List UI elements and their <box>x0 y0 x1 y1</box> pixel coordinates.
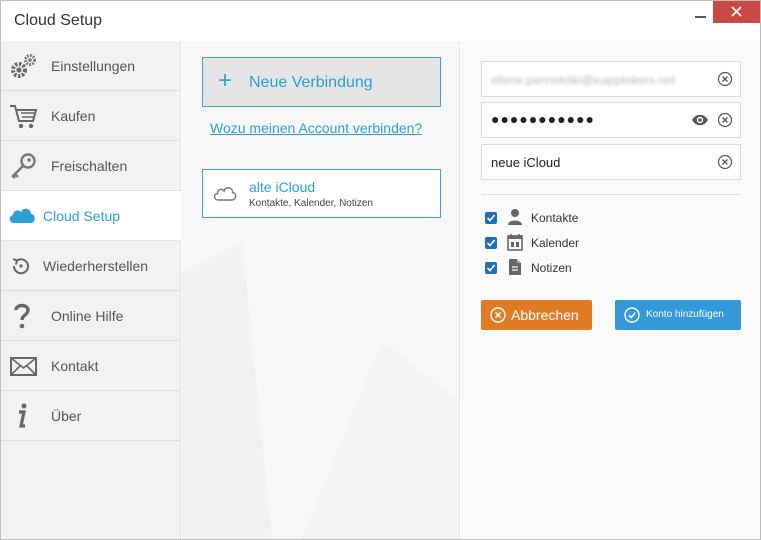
gears-icon <box>11 54 36 78</box>
sidebar-item-label: Einstellungen <box>51 58 136 74</box>
key-icon <box>11 153 36 179</box>
sidebar-item-label: Online Hilfe <box>51 308 124 324</box>
sidebar-item-label: Kaufen <box>51 108 96 124</box>
calendar-icon <box>507 234 523 251</box>
sidebar-item-cloud-setup[interactable]: Cloud Setup <box>1 191 181 241</box>
account-name: alte iCloud <box>249 179 316 195</box>
check-icon <box>486 239 496 247</box>
clear-icon[interactable] <box>717 112 733 128</box>
cancel-icon <box>490 307 506 323</box>
option-label: Kontakte <box>531 211 579 225</box>
app-window: Cloud Setup Einstellungen Kaufen Freisch… <box>0 0 761 540</box>
email-value: ellene.pannekökl@icapptakers.net <box>491 73 675 87</box>
check-icon <box>486 264 496 272</box>
cancel-label: Abbrechen <box>511 307 579 323</box>
sidebar-item-kaufen[interactable]: Kaufen <box>1 91 181 141</box>
cloud-icon <box>9 208 35 223</box>
sidebar-item-ueber[interactable]: Über <box>1 391 181 441</box>
question-icon <box>14 303 30 329</box>
new-connection-button[interactable]: + Neue Verbindung <box>202 57 441 107</box>
password-value: ●●●●●●●●●●● <box>491 111 596 127</box>
option-label: Notizen <box>531 261 572 275</box>
sidebar-item-label: Cloud Setup <box>43 208 121 224</box>
check-icon <box>486 214 496 222</box>
title-bar: Cloud Setup <box>1 1 760 41</box>
add-account-label: Konto hinzufügen <box>646 309 724 320</box>
close-button[interactable] <box>713 1 760 23</box>
sidebar-item-einstellungen[interactable]: Einstellungen <box>1 41 181 91</box>
background-decoration <box>182 241 459 539</box>
why-connect-link[interactable]: Wozu meinen Account verbinden? <box>210 120 422 136</box>
kalender-checkbox[interactable] <box>485 237 497 249</box>
sidebar: Einstellungen Kaufen Freischalten Cloud … <box>1 41 181 539</box>
connections-panel: + Neue Verbindung Wozu meinen Account ve… <box>182 41 460 539</box>
window-title: Cloud Setup <box>14 12 103 29</box>
sidebar-item-online-hilfe[interactable]: Online Hilfe <box>1 291 181 341</box>
eye-icon[interactable] <box>691 113 709 127</box>
notizen-checkbox[interactable] <box>485 262 497 274</box>
account-card[interactable]: alte iCloud Kontakte, Kalender, Notizen <box>202 169 441 218</box>
account-form: ellene.pannekökl@icapptakers.net ●●●●●●●… <box>461 41 760 539</box>
restore-icon <box>12 258 29 275</box>
minimize-button[interactable] <box>691 9 711 29</box>
clear-icon[interactable] <box>717 154 733 170</box>
plus-icon: + <box>218 67 233 94</box>
sidebar-item-label: Kontakt <box>51 358 99 374</box>
sidebar-item-kontakt[interactable]: Kontakt <box>1 341 181 391</box>
close-icon <box>731 6 742 17</box>
check-circle-icon <box>624 307 640 323</box>
shopping-cart-icon <box>10 105 38 129</box>
cloud-outline-icon <box>213 187 237 201</box>
document-icon <box>509 259 521 275</box>
sidebar-item-wiederherstellen[interactable]: Wiederherstellen <box>1 241 181 291</box>
account-name-field[interactable]: neue iCloud <box>481 144 741 180</box>
new-connection-label: Neue Verbindung <box>249 74 373 91</box>
divider <box>481 194 741 195</box>
cancel-button[interactable]: Abbrechen <box>481 300 592 330</box>
info-icon <box>19 403 27 428</box>
envelope-icon <box>10 357 37 376</box>
sidebar-item-label: Über <box>51 408 82 424</box>
person-icon <box>508 209 522 225</box>
sidebar-item-freischalten[interactable]: Freischalten <box>1 141 181 191</box>
option-label: Kalender <box>531 236 580 250</box>
add-account-button[interactable]: Konto hinzufügen <box>615 300 741 330</box>
sidebar-item-label: Freischalten <box>51 158 128 174</box>
kontakte-checkbox[interactable] <box>485 212 497 224</box>
account-name-value: neue iCloud <box>491 155 561 170</box>
sidebar-item-label: Wiederherstellen <box>43 258 149 274</box>
account-services: Kontakte, Kalender, Notizen <box>249 198 373 209</box>
clear-icon[interactable] <box>717 71 733 87</box>
email-field[interactable]: ellene.pannekökl@icapptakers.net <box>481 61 741 97</box>
password-field[interactable]: ●●●●●●●●●●● <box>481 102 741 138</box>
